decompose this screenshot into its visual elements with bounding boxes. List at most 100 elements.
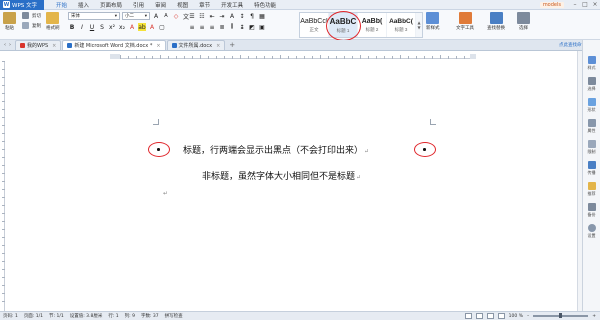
side-item-backup[interactable]: 备份 bbox=[587, 203, 596, 218]
new-style-button[interactable]: 新样式 bbox=[426, 12, 440, 31]
line-spacing-icon[interactable]: ↨ bbox=[238, 23, 246, 31]
heading-paragraph[interactable]: 标题，行两端会显示出黑点（不会打印出来）↵ bbox=[183, 143, 369, 156]
side-item-styles[interactable]: 样式 bbox=[587, 56, 596, 71]
style-heading-3[interactable]: AaBbC( 标题 3 bbox=[387, 13, 416, 37]
zoom-value[interactable]: 100 % bbox=[509, 314, 523, 319]
align-center-icon[interactable]: ≡ bbox=[198, 23, 206, 31]
select-button[interactable]: 选择 bbox=[517, 12, 530, 31]
increase-indent-icon[interactable]: ⇥ bbox=[218, 12, 226, 20]
ruler-tick bbox=[2, 85, 5, 86]
zoom-slider[interactable] bbox=[533, 313, 589, 319]
menu-page-layout[interactable]: 页面布局 bbox=[100, 1, 122, 9]
menu-review[interactable]: 审阅 bbox=[155, 1, 166, 9]
user-account[interactable]: models bbox=[539, 1, 564, 8]
shading-icon[interactable]: ◩ bbox=[248, 23, 256, 31]
side-item-shapes[interactable]: 形状 bbox=[587, 98, 596, 113]
borders-icon[interactable]: ▣ bbox=[258, 23, 266, 31]
text-tools-button[interactable]: 文字工具 bbox=[456, 12, 474, 31]
font-color-icon[interactable]: A bbox=[128, 23, 136, 31]
highlight-icon[interactable]: ab bbox=[138, 23, 146, 31]
chinese-layout-icon[interactable]: A bbox=[228, 12, 236, 20]
menu-home[interactable]: 开始 bbox=[56, 1, 67, 9]
chevron-down-icon[interactable]: ▼ bbox=[417, 25, 420, 30]
side-item-properties[interactable]: 属性 bbox=[587, 119, 596, 134]
close-icon[interactable]: × bbox=[216, 43, 220, 49]
select-icon bbox=[587, 77, 596, 85]
bullet-list-icon[interactable]: ☰ bbox=[188, 12, 196, 20]
tab-new-document[interactable]: 新建 Microsoft Word 文档.docx * × bbox=[62, 40, 166, 50]
status-word-count[interactable]: 字数: 37 bbox=[141, 313, 159, 319]
styles-scroll[interactable]: ▲ ▼ bbox=[416, 13, 422, 37]
paste-button[interactable]: 粘贴 bbox=[3, 12, 16, 31]
numbered-list-icon[interactable]: ☷ bbox=[198, 12, 206, 20]
style-heading-1[interactable]: AaBbC 标题 1 bbox=[326, 11, 361, 41]
tab-file-ownership[interactable]: 文件所属.docx × bbox=[166, 40, 226, 50]
style-heading-2[interactable]: AaBb( 标题 2 bbox=[358, 13, 387, 37]
zoom-out-icon[interactable]: – bbox=[527, 314, 529, 319]
outline-view-icon[interactable] bbox=[486, 313, 494, 319]
bold-button[interactable]: B bbox=[68, 23, 76, 31]
vertical-ruler[interactable] bbox=[0, 61, 5, 311]
zoom-in-icon[interactable]: + bbox=[592, 314, 596, 319]
status-spell-check[interactable]: 拼写检查 bbox=[165, 313, 183, 319]
underline-button[interactable]: U bbox=[88, 23, 96, 31]
decrease-indent-icon[interactable]: ⇤ bbox=[208, 12, 216, 20]
table-icon[interactable]: ▦ bbox=[258, 12, 266, 20]
new-tab-button[interactable]: + bbox=[229, 39, 235, 50]
page-view-icon[interactable] bbox=[464, 313, 472, 319]
copy-button[interactable]: 复制 bbox=[22, 22, 41, 29]
align-right-icon[interactable]: ≡ bbox=[208, 23, 216, 31]
document-page[interactable]: 标题，行两端会显示出黑点（不会打印出来）↵ 非标题，虽然字体大小相同但不是标题↵… bbox=[125, 61, 470, 311]
font-size-select[interactable]: 小二 ▾ bbox=[122, 12, 150, 20]
cut-button[interactable]: 剪切 bbox=[22, 12, 41, 19]
text-effect-icon[interactable]: A bbox=[148, 23, 156, 31]
close-icon[interactable]: × bbox=[156, 43, 160, 49]
italic-button[interactable]: I bbox=[78, 23, 86, 31]
body-text: 非标题，虽然字体大小相同但不是标题 bbox=[202, 172, 356, 182]
close-icon[interactable]: × bbox=[590, 1, 600, 8]
ruler-tick bbox=[352, 56, 353, 59]
side-item-settings[interactable]: 设置 bbox=[587, 224, 596, 239]
menu-insert[interactable]: 插入 bbox=[78, 1, 89, 9]
horizontal-ruler[interactable] bbox=[120, 54, 470, 59]
shrink-font-icon[interactable]: A bbox=[162, 12, 170, 20]
body-paragraph[interactable]: 非标题，虽然字体大小相同但不是标题↵ bbox=[202, 169, 361, 182]
align-left-icon[interactable]: ≡ bbox=[188, 23, 196, 31]
style-normal[interactable]: AaBbCcI 正文 bbox=[300, 13, 329, 37]
status-pages: 页面: 1/1 bbox=[23, 314, 44, 319]
word-doc-icon bbox=[67, 43, 73, 48]
menu-developer[interactable]: 开发工具 bbox=[221, 1, 243, 9]
subscript-icon[interactable]: x₂ bbox=[118, 23, 126, 31]
side-item-select[interactable]: 选择 bbox=[587, 77, 596, 92]
find-replace-button[interactable]: 查找替换 bbox=[487, 12, 505, 31]
app-menu-button[interactable]: W WPS 文字 bbox=[0, 0, 44, 10]
menu-special[interactable]: 特色功能 bbox=[254, 1, 276, 9]
side-item-restrict[interactable]: 限制 bbox=[587, 140, 596, 155]
lock-icon bbox=[587, 140, 596, 148]
font-name-select[interactable]: 宋体 ▾ bbox=[68, 12, 120, 20]
clear-format-icon[interactable]: ◇ bbox=[172, 12, 180, 20]
side-item-share[interactable]: 传播 bbox=[587, 161, 596, 176]
justify-icon[interactable]: ≣ bbox=[218, 23, 226, 31]
sort-icon[interactable]: ↕ bbox=[238, 12, 246, 20]
chevron-right-icon[interactable]: › bbox=[9, 42, 11, 48]
side-item-recommend[interactable]: 推荐 bbox=[587, 182, 596, 197]
chevron-left-icon[interactable]: ‹ bbox=[4, 42, 6, 48]
strikethrough-icon[interactable]: S bbox=[98, 23, 106, 31]
char-border-icon[interactable]: ▢ bbox=[158, 23, 166, 31]
minimize-icon[interactable]: – bbox=[570, 1, 580, 8]
format-painter-button[interactable]: 格式刷 bbox=[46, 12, 60, 31]
menu-chapter[interactable]: 章节 bbox=[199, 1, 210, 9]
read-view-icon[interactable] bbox=[497, 313, 505, 319]
menu-view[interactable]: 视图 bbox=[177, 1, 188, 9]
menu-references[interactable]: 引用 bbox=[133, 1, 144, 9]
zoom-slider-thumb[interactable] bbox=[559, 313, 563, 319]
grow-font-icon[interactable]: A bbox=[152, 12, 160, 20]
show-marks-icon[interactable]: ¶ bbox=[248, 12, 256, 20]
web-view-icon[interactable] bbox=[475, 313, 483, 319]
superscript-icon[interactable]: x² bbox=[108, 23, 116, 31]
distribute-icon[interactable]: ⫼ bbox=[228, 23, 236, 31]
maximize-icon[interactable]: □ bbox=[580, 1, 590, 8]
tab-my-wps[interactable]: 我的WPS × bbox=[15, 40, 62, 50]
close-icon[interactable]: × bbox=[52, 43, 56, 49]
